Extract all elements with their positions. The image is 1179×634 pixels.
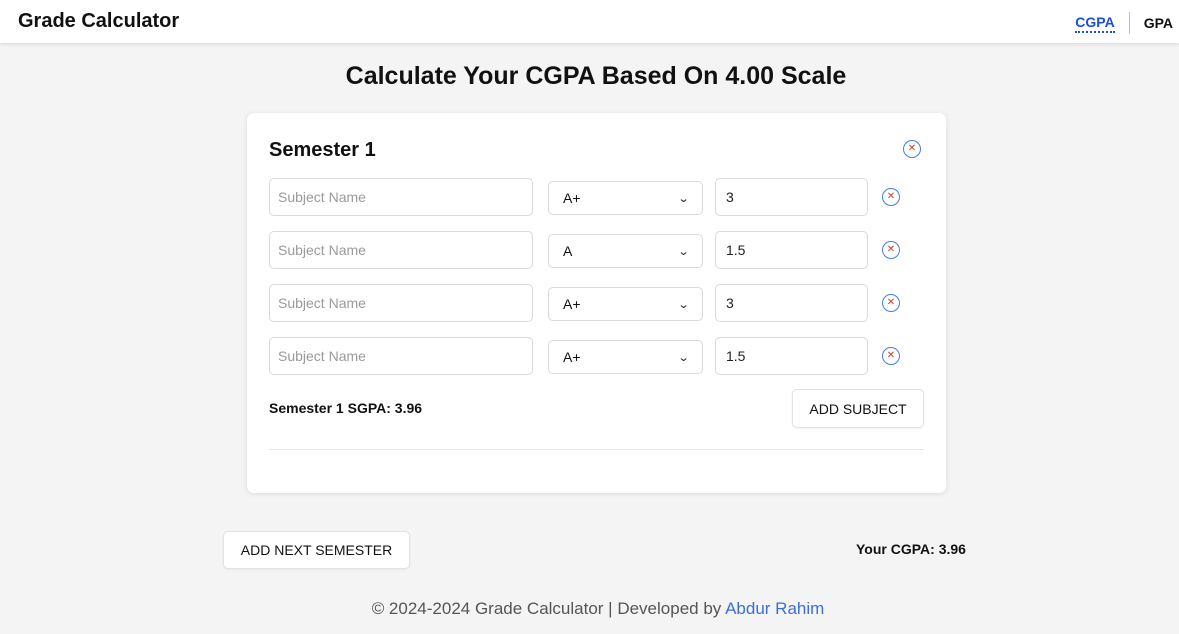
- nav-divider: [1128, 12, 1130, 34]
- card-divider: [269, 449, 924, 450]
- remove-subject-button[interactable]: ✕: [882, 188, 900, 206]
- nav-link-cgpa[interactable]: CGPA: [1075, 14, 1115, 33]
- chevron-down-icon: ⌄: [677, 297, 690, 311]
- grade-select[interactable]: A+ ⌄: [548, 181, 703, 215]
- nav-links: CGPA GPA: [1075, 12, 1173, 34]
- chevron-down-icon: ⌄: [677, 191, 690, 205]
- credit-input[interactable]: 1.5: [715, 337, 868, 375]
- close-icon: ✕: [886, 244, 896, 255]
- credit-input[interactable]: 3: [715, 284, 868, 322]
- subject-name-input[interactable]: [269, 284, 533, 322]
- grade-select[interactable]: A+ ⌄: [548, 340, 703, 374]
- subject-name-input[interactable]: [269, 231, 533, 269]
- grade-value: A+: [563, 296, 581, 312]
- add-subject-button[interactable]: ADD SUBJECT: [792, 389, 924, 428]
- remove-subject-button[interactable]: ✕: [882, 294, 900, 312]
- chevron-down-icon: ⌄: [677, 350, 690, 364]
- close-icon: ✕: [886, 297, 896, 308]
- top-navbar: Grade Calculator CGPA GPA: [0, 0, 1179, 43]
- add-semester-button[interactable]: ADD NEXT SEMESTER: [223, 531, 410, 569]
- credit-input[interactable]: 1.5: [715, 231, 868, 269]
- grade-value: A+: [563, 190, 581, 206]
- cgpa-result: Your CGPA: 3.96: [856, 541, 966, 557]
- close-icon: ✕: [886, 191, 896, 202]
- page-title: Calculate Your CGPA Based On 4.00 Scale: [345, 62, 847, 90]
- footer-author-link[interactable]: Abdur Rahim: [725, 599, 824, 618]
- remove-semester-button[interactable]: ✕: [903, 140, 921, 158]
- subject-row: A ⌄ 1.5 ✕: [269, 231, 925, 269]
- remove-subject-button[interactable]: ✕: [882, 241, 900, 259]
- subject-row: A+ ⌄ 3 ✕: [269, 178, 925, 216]
- grade-value: A+: [563, 349, 581, 365]
- subject-name-input[interactable]: [269, 337, 533, 375]
- footer: © 2024-2024 Grade Calculator | Developed…: [0, 599, 1179, 619]
- semester-title: Semester 1: [269, 139, 376, 161]
- grade-select[interactable]: A+ ⌄: [548, 287, 703, 321]
- close-icon: ✕: [886, 350, 896, 361]
- credit-input[interactable]: 3: [715, 178, 868, 216]
- brand-title: Grade Calculator: [18, 10, 180, 32]
- subject-name-input[interactable]: [269, 178, 533, 216]
- remove-subject-button[interactable]: ✕: [882, 347, 900, 365]
- semester-sgpa: Semester 1 SGPA: 3.96: [269, 400, 423, 416]
- footer-text: © 2024-2024 Grade Calculator | Developed…: [371, 599, 726, 618]
- grade-select[interactable]: A ⌄: [548, 234, 703, 268]
- semester-card: Semester 1 ✕ A+ ⌄ 3 ✕ A ⌄ 1.5 ✕ A+ ⌄ 3: [247, 113, 946, 493]
- close-icon: ✕: [907, 143, 917, 154]
- chevron-down-icon: ⌄: [677, 244, 690, 258]
- subject-row: A+ ⌄ 1.5 ✕: [269, 337, 925, 375]
- nav-link-gpa[interactable]: GPA: [1144, 15, 1173, 31]
- subject-row: A+ ⌄ 3 ✕: [269, 284, 925, 322]
- grade-value: A: [563, 243, 573, 259]
